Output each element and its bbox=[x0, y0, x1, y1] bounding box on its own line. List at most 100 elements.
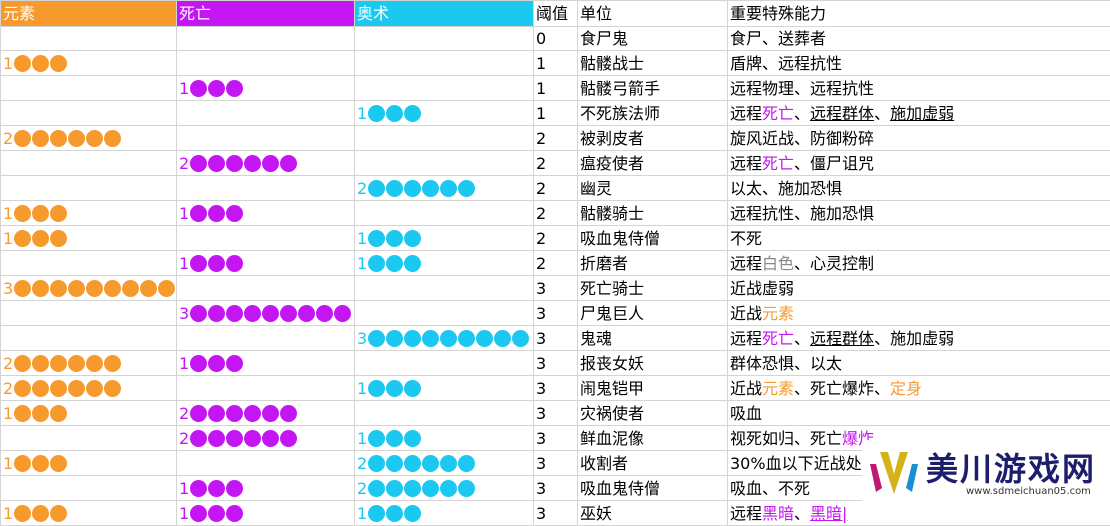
el-requirement-cell[interactable]: 1 bbox=[1, 451, 177, 476]
unit-cell[interactable]: 尸鬼巨人 bbox=[578, 301, 728, 326]
el-requirement-cell[interactable] bbox=[1, 251, 177, 276]
threshold-cell[interactable]: 1 bbox=[534, 51, 578, 76]
ar-requirement-cell[interactable]: 1 bbox=[355, 426, 534, 451]
unit-cell[interactable]: 食尸鬼 bbox=[578, 27, 728, 51]
abilities-cell[interactable]: 食尸、送葬者 bbox=[728, 27, 1110, 51]
ar-requirement-cell[interactable]: 3 bbox=[355, 326, 534, 351]
unit-cell[interactable]: 吸血鬼侍僧 bbox=[578, 226, 728, 251]
ar-requirement-cell[interactable]: 1 bbox=[355, 101, 534, 126]
de-requirement-cell[interactable]: 1 bbox=[177, 476, 355, 501]
el-requirement-cell[interactable] bbox=[1, 76, 177, 101]
el-requirement-cell[interactable]: 2 bbox=[1, 126, 177, 151]
de-requirement-cell[interactable] bbox=[177, 27, 355, 51]
unit-cell[interactable]: 灾祸使者 bbox=[578, 401, 728, 426]
ar-requirement-cell[interactable]: 2 bbox=[355, 476, 534, 501]
threshold-cell[interactable]: 2 bbox=[534, 151, 578, 176]
abilities-cell[interactable]: 远程死亡、僵尸诅咒 bbox=[728, 151, 1110, 176]
ar-requirement-cell[interactable] bbox=[355, 126, 534, 151]
ar-requirement-cell[interactable]: 1 bbox=[355, 226, 534, 251]
abilities-cell[interactable]: 群体恐惧、以太 bbox=[728, 351, 1110, 376]
threshold-cell[interactable]: 3 bbox=[534, 426, 578, 451]
el-requirement-cell[interactable] bbox=[1, 27, 177, 51]
ar-requirement-cell[interactable] bbox=[355, 301, 534, 326]
unit-cell[interactable]: 骷髅骑士 bbox=[578, 201, 728, 226]
threshold-cell[interactable]: 3 bbox=[534, 451, 578, 476]
threshold-cell[interactable]: 1 bbox=[534, 76, 578, 101]
ar-requirement-cell[interactable] bbox=[355, 76, 534, 101]
unit-cell[interactable]: 报丧女妖 bbox=[578, 351, 728, 376]
threshold-cell[interactable]: 3 bbox=[534, 501, 578, 526]
el-requirement-cell[interactable] bbox=[1, 176, 177, 201]
de-requirement-cell[interactable] bbox=[177, 176, 355, 201]
el-requirement-cell[interactable]: 1 bbox=[1, 226, 177, 251]
el-requirement-cell[interactable] bbox=[1, 326, 177, 351]
de-requirement-cell[interactable] bbox=[177, 451, 355, 476]
unit-cell[interactable]: 鲜血泥像 bbox=[578, 426, 728, 451]
threshold-cell[interactable]: 3 bbox=[534, 351, 578, 376]
threshold-cell[interactable]: 2 bbox=[534, 126, 578, 151]
abilities-cell[interactable]: 近战元素 bbox=[728, 301, 1110, 326]
unit-cell[interactable]: 被剥皮者 bbox=[578, 126, 728, 151]
ar-requirement-cell[interactable] bbox=[355, 201, 534, 226]
threshold-cell[interactable]: 3 bbox=[534, 326, 578, 351]
el-requirement-cell[interactable]: 1 bbox=[1, 501, 177, 526]
threshold-cell[interactable]: 2 bbox=[534, 176, 578, 201]
de-requirement-cell[interactable] bbox=[177, 126, 355, 151]
de-requirement-cell[interactable]: 2 bbox=[177, 151, 355, 176]
ar-requirement-cell[interactable] bbox=[355, 401, 534, 426]
ar-requirement-cell[interactable] bbox=[355, 351, 534, 376]
abilities-cell[interactable]: 远程抗性、施加恐惧 bbox=[728, 201, 1110, 226]
threshold-cell[interactable]: 0 bbox=[534, 27, 578, 51]
header-threshold[interactable]: 阈值 bbox=[534, 1, 578, 27]
abilities-cell[interactable]: 远程白色、心灵控制 bbox=[728, 251, 1110, 276]
unit-cell[interactable]: 幽灵 bbox=[578, 176, 728, 201]
threshold-cell[interactable]: 2 bbox=[534, 201, 578, 226]
ar-requirement-cell[interactable] bbox=[355, 51, 534, 76]
ar-requirement-cell[interactable]: 2 bbox=[355, 451, 534, 476]
el-requirement-cell[interactable] bbox=[1, 151, 177, 176]
threshold-cell[interactable]: 3 bbox=[534, 301, 578, 326]
de-requirement-cell[interactable] bbox=[177, 276, 355, 301]
threshold-cell[interactable]: 3 bbox=[534, 276, 578, 301]
unit-cell[interactable]: 收割者 bbox=[578, 451, 728, 476]
unit-cell[interactable]: 闹鬼铠甲 bbox=[578, 376, 728, 401]
abilities-cell[interactable]: 吸血 bbox=[728, 401, 1110, 426]
de-requirement-cell[interactable]: 1 bbox=[177, 76, 355, 101]
abilities-cell[interactable]: 远程死亡、远程群体、施加虚弱 bbox=[728, 101, 1110, 126]
unit-cell[interactable]: 鬼魂 bbox=[578, 326, 728, 351]
de-requirement-cell[interactable] bbox=[177, 51, 355, 76]
abilities-cell[interactable]: 远程死亡、远程群体、施加虚弱 bbox=[728, 326, 1110, 351]
de-requirement-cell[interactable]: 2 bbox=[177, 401, 355, 426]
de-requirement-cell[interactable] bbox=[177, 101, 355, 126]
threshold-cell[interactable]: 3 bbox=[534, 401, 578, 426]
unit-cell[interactable]: 不死族法师 bbox=[578, 101, 728, 126]
de-requirement-cell[interactable] bbox=[177, 326, 355, 351]
threshold-cell[interactable]: 2 bbox=[534, 226, 578, 251]
unit-cell[interactable]: 骷髅弓箭手 bbox=[578, 76, 728, 101]
de-requirement-cell[interactable] bbox=[177, 376, 355, 401]
abilities-cell[interactable]: 近战元素、死亡爆炸、定身 bbox=[728, 376, 1110, 401]
abilities-cell[interactable]: 远程物理、远程抗性 bbox=[728, 76, 1110, 101]
abilities-cell[interactable]: 不死 bbox=[728, 226, 1110, 251]
ar-requirement-cell[interactable] bbox=[355, 151, 534, 176]
unit-cell[interactable]: 瘟疫使者 bbox=[578, 151, 728, 176]
header-element[interactable]: 元素 bbox=[1, 1, 177, 27]
el-requirement-cell[interactable]: 1 bbox=[1, 401, 177, 426]
el-requirement-cell[interactable]: 2 bbox=[1, 376, 177, 401]
header-abilities[interactable]: 重要特殊能力 bbox=[728, 1, 1110, 27]
abilities-cell[interactable]: 近战虚弱 bbox=[728, 276, 1110, 301]
de-requirement-cell[interactable]: 3 bbox=[177, 301, 355, 326]
de-requirement-cell[interactable] bbox=[177, 226, 355, 251]
el-requirement-cell[interactable] bbox=[1, 476, 177, 501]
de-requirement-cell[interactable]: 1 bbox=[177, 201, 355, 226]
ar-requirement-cell[interactable] bbox=[355, 276, 534, 301]
unit-cell[interactable]: 死亡骑士 bbox=[578, 276, 728, 301]
unit-cell[interactable]: 巫妖 bbox=[578, 501, 728, 526]
de-requirement-cell[interactable]: 1 bbox=[177, 351, 355, 376]
el-requirement-cell[interactable]: 1 bbox=[1, 51, 177, 76]
threshold-cell[interactable]: 2 bbox=[534, 251, 578, 276]
abilities-cell[interactable]: 以太、施加恐惧 bbox=[728, 176, 1110, 201]
el-requirement-cell[interactable]: 2 bbox=[1, 351, 177, 376]
threshold-cell[interactable]: 3 bbox=[534, 376, 578, 401]
de-requirement-cell[interactable]: 2 bbox=[177, 426, 355, 451]
